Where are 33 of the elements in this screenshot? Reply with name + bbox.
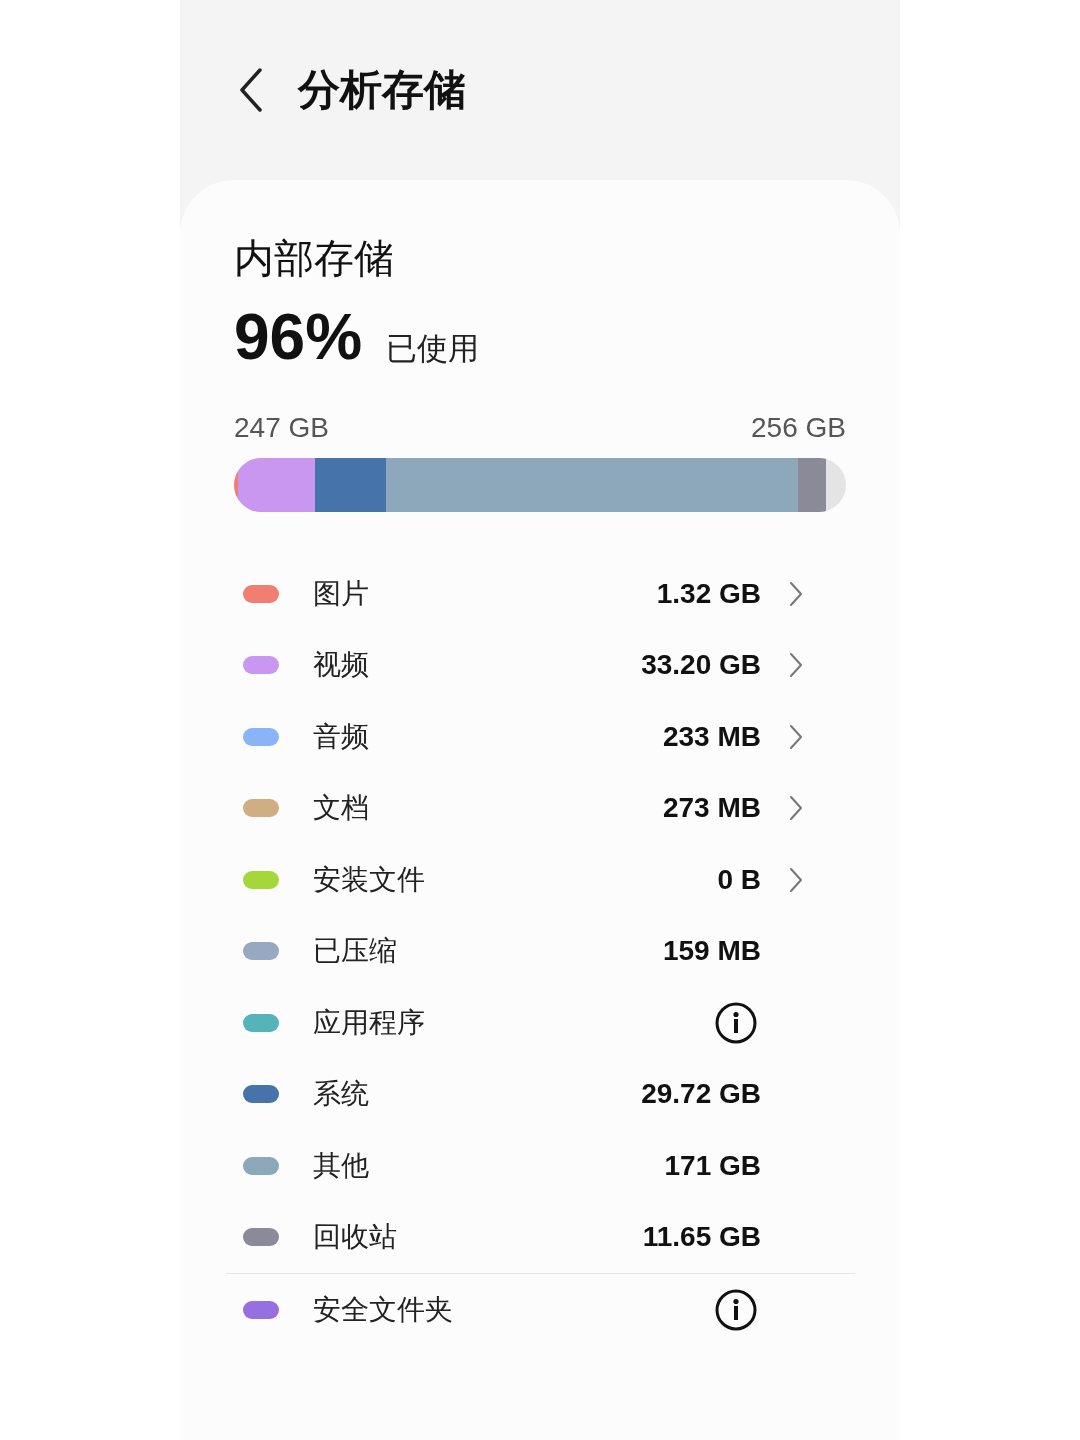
category-label: 图片: [313, 575, 370, 612]
category-label: 音频: [313, 718, 370, 755]
total-capacity: 256 GB: [751, 412, 846, 444]
info-icon[interactable]: [715, 1001, 757, 1044]
storage-title: 内部存储: [234, 234, 395, 283]
category-size: 233 MB: [662, 720, 761, 753]
category-label: 安装文件: [313, 861, 426, 898]
chevron-icon[interactable]: [789, 795, 803, 822]
category-label: 应用程序: [313, 1004, 426, 1041]
category-size: 1.32 GB: [656, 577, 761, 610]
chevron-icon[interactable]: [789, 580, 803, 607]
category-label: 已压缩: [313, 933, 398, 970]
chevron-icon[interactable]: [789, 723, 803, 750]
category-size: 273 MB: [662, 792, 761, 825]
category-label: 视频: [313, 647, 370, 684]
category-label: 系统: [313, 1076, 370, 1113]
category-size: 29.72 GB: [641, 1078, 761, 1111]
info-icon[interactable]: [715, 1288, 757, 1331]
page-title: 分析存储: [298, 64, 466, 116]
category-label: 其他: [313, 1147, 370, 1184]
chevron-icon[interactable]: [789, 652, 803, 679]
usage-label: 已使用: [386, 329, 480, 368]
category-size: 159 MB: [662, 935, 761, 968]
category-label: 回收站: [313, 1219, 398, 1256]
category-label: 安全文件夹: [313, 1291, 454, 1328]
category-label: 文档: [313, 790, 370, 827]
category-size: 11.65 GB: [642, 1221, 761, 1254]
category-size: 0 B: [717, 863, 761, 896]
category-size: 33.20 GB: [641, 649, 761, 682]
category-size: 171 GB: [664, 1149, 761, 1182]
chevron-icon[interactable]: [789, 866, 803, 893]
used-amount: 247 GB: [234, 412, 329, 444]
usage-percent: 96%: [234, 300, 363, 374]
